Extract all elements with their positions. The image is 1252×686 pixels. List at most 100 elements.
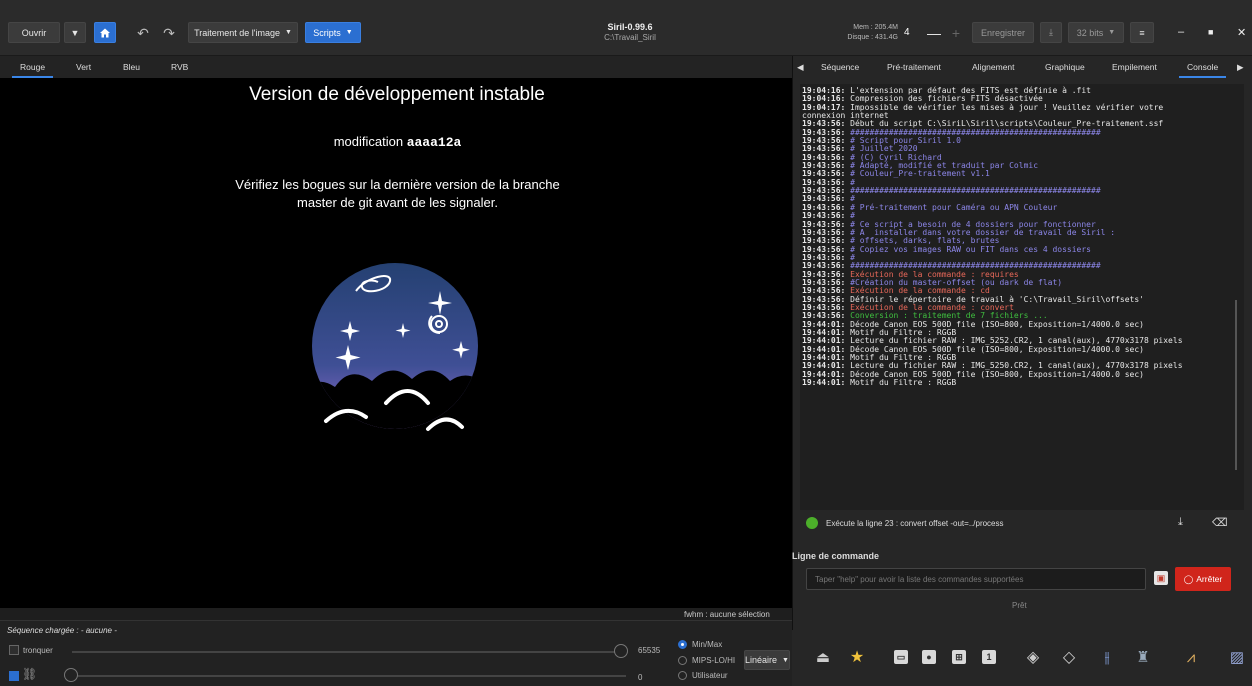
max-slider-track[interactable]	[72, 651, 620, 653]
script-file-button[interactable]: ▣	[1154, 571, 1168, 585]
radio-minmax[interactable]	[678, 640, 687, 649]
home-button[interactable]	[94, 22, 116, 43]
close-icon: ✕	[1237, 27, 1247, 39]
histogram-icon: ⩘	[1186, 648, 1196, 666]
tab-blue[interactable]: Bleu	[123, 62, 140, 72]
console-message: Motif du Filtre : RGGB	[845, 378, 957, 388]
console-timestamp: 19:44:01:	[802, 378, 846, 388]
undo-button[interactable]: ↶	[134, 24, 152, 42]
diamond-alt-icon: ◇	[1062, 649, 1076, 666]
radio-user[interactable]	[678, 671, 687, 680]
max-value[interactable]: 65535	[638, 646, 660, 655]
min-value[interactable]: 0	[638, 673, 642, 682]
tab-sequence[interactable]: Séquence	[821, 62, 859, 72]
command-placeholder: Taper "help" pour avoir la liste des com…	[815, 575, 1024, 584]
truncate-label: tronquer	[23, 646, 53, 655]
tab-red[interactable]: Rouge	[11, 62, 54, 78]
scripts-label: Scripts	[313, 27, 341, 38]
photometry-tool[interactable]: ⏏	[812, 646, 834, 668]
tab-registration[interactable]: Alignement	[972, 62, 1015, 72]
scroll-to-end-button[interactable]: ⤓	[1178, 516, 1183, 529]
tab-console[interactable]: Console	[1178, 62, 1227, 78]
threads-spin-value[interactable]: 4	[904, 27, 910, 38]
tab-plot[interactable]: Graphique	[1045, 62, 1085, 72]
stop-label: Arrêter	[1196, 574, 1223, 584]
tabs-scroll-right[interactable]: ▶	[1237, 62, 1244, 73]
rgb-align-tool[interactable]: ⫲	[1096, 646, 1118, 668]
image-processing-menu[interactable]: Traitement de l'image ▼	[188, 22, 298, 43]
status-indicator	[806, 517, 818, 529]
tool-button-4[interactable]: 1	[978, 646, 1000, 668]
star-icon: ★	[849, 649, 865, 666]
recent-files-dropdown[interactable]: ▼	[64, 22, 86, 43]
console-line: 19:43:56: ##############################…	[802, 186, 1242, 196]
grid-icon: ⊞	[952, 650, 966, 664]
redo-button[interactable]: ↷	[160, 24, 178, 42]
bug-warning-line1: Vérifiez les bogues sur la dernière vers…	[235, 177, 560, 192]
command-line-label: Ligne de commande	[792, 551, 880, 561]
histogram-tool[interactable]: ⩘	[1180, 646, 1202, 668]
radio-minmax-label: Min/Max	[692, 640, 723, 649]
scripts-menu[interactable]: Scripts ▼	[305, 22, 361, 43]
link-checkbox[interactable]	[9, 671, 19, 681]
clear-console-button[interactable]: ⌫	[1212, 516, 1228, 529]
tool-button-5[interactable]: ◈	[1022, 646, 1044, 668]
console-line: 19:43:56: # Couleur_Pre-traitement v1.1	[802, 170, 1242, 178]
tabs-scroll-left[interactable]: ◀	[797, 62, 804, 73]
tool-button-3[interactable]: ⊞	[948, 646, 970, 668]
console-line: 19:43:56: # Copiez vos images RAW ou FIT…	[802, 244, 1242, 254]
script-file-icon: ▣	[1156, 572, 1166, 583]
dev-version-title: Version de développement instable	[249, 84, 545, 105]
truncate-checkbox[interactable]	[9, 645, 19, 655]
tool-button-2[interactable]: ●	[918, 646, 940, 668]
home-icon	[100, 28, 110, 37]
console-message: ########################################…	[845, 186, 1101, 196]
console-message: # Copiez vos images RAW ou FIT dans ces …	[845, 244, 1091, 254]
hamburger-icon: ≡	[1139, 27, 1145, 38]
radio-user-label: Utilisateur	[692, 671, 728, 680]
backspace-icon: ⌫	[1212, 517, 1228, 529]
image-tool[interactable]: ▨	[1226, 646, 1248, 668]
diamond-icon: ◈	[1026, 649, 1040, 666]
maximize-button[interactable]: ■	[1208, 27, 1213, 37]
channel-tool[interactable]: ♜	[1132, 646, 1154, 668]
tab-green[interactable]: Vert	[76, 62, 91, 72]
star-tool[interactable]: ★	[846, 646, 868, 668]
stop-button[interactable]: ◯ Arrêter	[1175, 567, 1231, 591]
tool-button-6[interactable]: ◇	[1058, 646, 1080, 668]
number-one-icon: 1	[982, 650, 996, 664]
min-slider-track[interactable]	[78, 675, 626, 677]
tab-rgb[interactable]: RVB	[171, 62, 188, 72]
max-slider-handle[interactable]	[614, 644, 628, 658]
open-button[interactable]: Ouvrir	[8, 22, 60, 43]
channel-icon: ♜	[1136, 649, 1150, 666]
save-label: Enregistrer	[980, 27, 1025, 38]
minimize-button[interactable]: –	[1178, 26, 1184, 38]
memory-info: Mem : 205.4M Disque : 431.4G	[847, 23, 898, 43]
tool-button-1[interactable]: ▭	[890, 646, 912, 668]
close-button[interactable]: ✕	[1237, 26, 1246, 39]
increment-button[interactable]: +	[948, 24, 964, 42]
save-button[interactable]: Enregistrer	[972, 22, 1034, 43]
bug-warning: Vérifiez les bogues sur la dernière vers…	[200, 176, 595, 212]
console-scrollbar[interactable]	[1235, 300, 1237, 470]
download-icon: ⤓	[1049, 27, 1053, 37]
image-view[interactable]: Version de développement instable modifi…	[0, 78, 792, 608]
script-status-text: Exécute la ligne 23 : convert offset -ou…	[826, 519, 1004, 528]
scale-mode-menu[interactable]: Linéaire ▼	[744, 650, 790, 670]
scale-mode-label: Linéaire	[745, 655, 778, 665]
arrow-left-icon: ◀	[797, 62, 804, 72]
decrement-button[interactable]: —	[926, 24, 942, 42]
console-log[interactable]: 19:04:16: L'extension par défaut des FIT…	[800, 84, 1244, 510]
tab-stacking[interactable]: Empilement	[1112, 62, 1157, 72]
caret-down-icon: ▼	[284, 29, 292, 36]
min-slider-handle[interactable]	[64, 668, 78, 682]
image-processing-label: Traitement de l'image	[194, 27, 280, 38]
save-as-button[interactable]: ⤓	[1040, 22, 1062, 43]
bit-depth-menu[interactable]: 32 bits ▼	[1068, 22, 1124, 43]
loaded-sequence-label: Séquence chargée : - aucune -	[7, 626, 117, 635]
radio-mips[interactable]	[678, 656, 687, 665]
tab-preprocessing[interactable]: Pré-traitement	[887, 62, 941, 72]
redo-icon: ↷	[163, 24, 175, 41]
main-menu-button[interactable]: ≡	[1130, 22, 1154, 43]
